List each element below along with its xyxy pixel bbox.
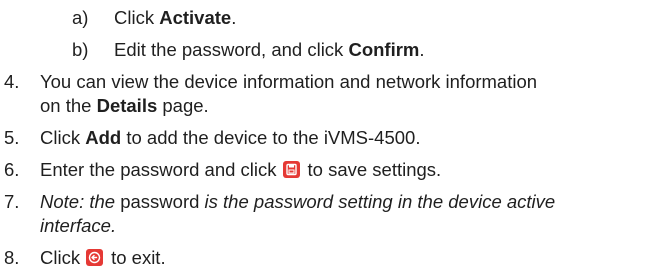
step-7-password-word: password xyxy=(120,191,200,212)
step-7-note-rest: is the password setting in the device ac… xyxy=(199,191,556,212)
step-4-line1: You can view the device information and … xyxy=(40,71,538,92)
step-8-text: Click to exit. xyxy=(40,246,166,270)
substep-a-label: a) xyxy=(72,7,89,28)
substep-a-post: . xyxy=(231,7,237,28)
step-4-number: 4. xyxy=(4,71,20,92)
substep-b-post: . xyxy=(419,39,425,60)
step-4-line2: on the Details page. xyxy=(40,94,209,118)
step-6-text: Enter the password and click to save sett… xyxy=(40,158,441,182)
step-6-pre: Enter the password and click xyxy=(40,159,277,180)
step-8-number: 8. xyxy=(4,247,20,268)
exit-icon xyxy=(86,249,104,266)
substep-a-bold: Activate xyxy=(159,7,232,28)
step-4-line2-pre: on the xyxy=(40,95,97,116)
substep-b-bold: Confirm xyxy=(348,39,420,60)
step-7-note-prefix: Note: the xyxy=(40,191,121,212)
step-7-line2: interface. xyxy=(40,214,116,238)
step-4-details-bold: Details xyxy=(96,95,158,116)
save-icon xyxy=(282,161,300,178)
step-8-pre: Click xyxy=(40,247,81,268)
substep-b-label: b) xyxy=(72,39,89,60)
step-5-add-bold: Add xyxy=(85,127,122,148)
step-5-pre: Click xyxy=(40,127,86,148)
step-8-post: to exit. xyxy=(111,247,166,268)
substep-a-text: Click Activate. xyxy=(114,6,236,30)
document-page: a) Click Activate. b) Edit the password,… xyxy=(0,0,669,276)
step-4-line2-post: page. xyxy=(157,95,209,116)
step-6-number: 6. xyxy=(4,159,20,180)
step-5-number: 5. xyxy=(4,127,20,148)
step-6-post: to save settings. xyxy=(307,159,442,180)
step-5-text: Click Add to add the device to the iVMS-… xyxy=(40,126,420,150)
substep-a-pre: Click xyxy=(114,7,160,28)
substep-b-text: Edit the password, and click Confirm. xyxy=(114,38,425,62)
substep-b-pre: Edit the password, and click xyxy=(114,39,349,60)
step-5-post: to add the device to the iVMS-4500. xyxy=(121,127,421,148)
step-7-number: 7. xyxy=(4,191,20,212)
step-7-interface: interface. xyxy=(40,215,117,236)
step-7-line1: Note: the password is the password setti… xyxy=(40,190,555,214)
